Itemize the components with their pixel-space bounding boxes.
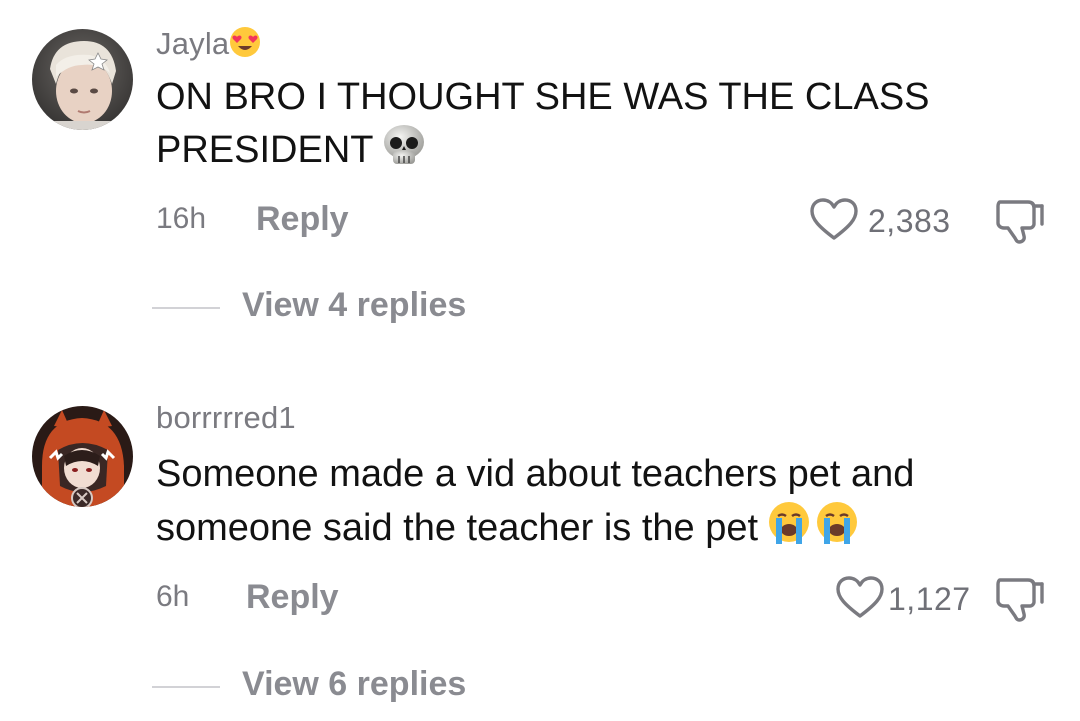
avatar[interactable]	[32, 29, 133, 130]
comment-text-line: ON BRO I THOUGHT SHE WAS THE CLASS	[156, 76, 930, 118]
replies-divider	[152, 307, 220, 309]
comment-time: 16h	[156, 202, 207, 235]
view-replies-link[interactable]: View 4 replies	[242, 286, 466, 325]
view-replies-row[interactable]: View 6 replies	[0, 665, 1080, 705]
reply-button[interactable]: Reply	[256, 200, 349, 239]
like-count: 2,383	[868, 203, 951, 239]
comment-username[interactable]: Jayla	[156, 26, 261, 66]
replies-divider	[152, 686, 220, 688]
view-replies-row[interactable]: View 4 replies	[0, 286, 1080, 326]
heart-eyes-emoji-icon	[229, 26, 261, 66]
loudly-crying-emoji-icon	[766, 500, 812, 560]
heart-outline-icon	[834, 576, 886, 625]
comment-meta-row: 16h Reply 2,383	[0, 196, 1080, 244]
thumbs-down-icon[interactable]	[994, 576, 1046, 627]
comment-item: borrrrred1 Someone made a vid about teac…	[0, 378, 1080, 721]
comment-meta-row: 6h Reply 1,127	[0, 574, 1080, 622]
like-count: 1,127	[888, 581, 971, 617]
comment-text: ON BRO I THOUGHT SHE WAS THE CLASS PRESI…	[156, 71, 1036, 181]
comment-text-line: PRESIDENT	[156, 129, 374, 172]
reply-button[interactable]: Reply	[246, 578, 339, 617]
comment-item: Jayla ON BRO I THOUGHT SHE WAS THE CLASS…	[0, 0, 1080, 360]
avatar[interactable]	[32, 406, 133, 507]
heart-outline-icon	[808, 198, 860, 247]
view-replies-link[interactable]: View 6 replies	[242, 665, 466, 704]
comment-time: 6h	[156, 580, 190, 613]
comment-text-line: someone said the teacher is the pet	[156, 507, 759, 550]
comment-username[interactable]: borrrrred1	[156, 400, 296, 436]
username-text: Jayla	[156, 26, 230, 61]
comment-text-line: Someone made a vid about teachers pet an…	[156, 453, 915, 495]
comment-text: Someone made a vid about teachers pet an…	[156, 448, 1036, 560]
loudly-crying-emoji-icon	[814, 500, 860, 560]
thumbs-down-icon[interactable]	[994, 198, 1046, 249]
skull-emoji-icon	[381, 123, 427, 181]
